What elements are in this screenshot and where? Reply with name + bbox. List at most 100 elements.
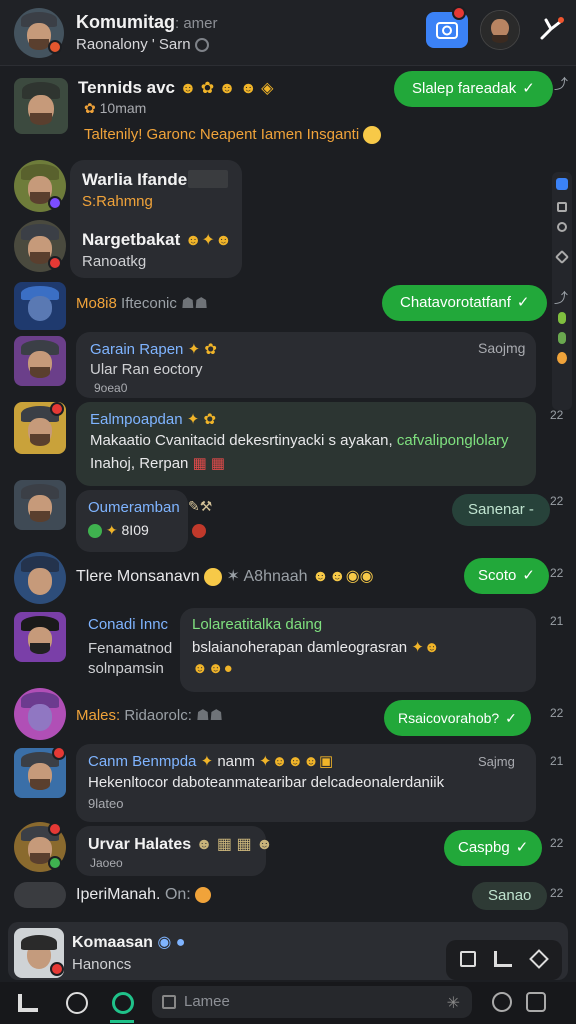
snowflake-icon[interactable]: ✳: [447, 993, 460, 1013]
emoji-icon: [195, 886, 212, 903]
message-link[interactable]: cafvaliponglolary: [397, 432, 509, 449]
status-dot: [50, 962, 64, 976]
avatar[interactable]: [14, 480, 66, 530]
check-icon: ✓: [522, 80, 535, 97]
status-dot: [48, 256, 62, 270]
avatar[interactable]: [14, 336, 66, 386]
message-text: Taltenily! Garonc Neapent Iamen Insganti: [84, 126, 360, 143]
search-field[interactable]: Lamee ✳: [152, 986, 472, 1018]
sender-sub: Ranoatkg: [82, 253, 147, 270]
sender-sub: S:Rahmng: [82, 193, 153, 210]
chat-header: Komumitag: amer Raonalony ' Sarn: [0, 0, 576, 66]
sender-name: Garain Rapen: [90, 341, 184, 358]
rail-camera-icon[interactable]: [556, 178, 568, 190]
share-icon[interactable]: ⤴: [554, 74, 568, 94]
reaction-icon[interactable]: [192, 524, 206, 538]
avatar[interactable]: [14, 688, 66, 740]
sender-name: Warlia Ifande: [82, 170, 188, 189]
sender-name: Oumeramban: [88, 499, 180, 516]
reply-bubble[interactable]: Sanenar -: [452, 494, 550, 526]
avatar-chip[interactable]: [14, 882, 66, 908]
message-text-2: Inahoj, Rerpan: [90, 455, 189, 472]
camera-button[interactable]: [426, 6, 468, 48]
globe-icon[interactable]: [66, 992, 88, 1014]
reply-bubble[interactable]: Slalep fareadak ✓: [394, 71, 553, 107]
check-icon: ✓: [522, 567, 535, 584]
search-icon: [162, 995, 176, 1009]
bottom-nav: Lamee ✳: [0, 982, 576, 1024]
emoji-row-icon: ☻ ▦ ▦ ☻: [195, 836, 273, 853]
avatar[interactable]: [14, 78, 68, 134]
sender-name: Conadi Innc: [88, 616, 169, 633]
emoji-row-icon: ◉ ●: [157, 934, 186, 951]
rail-drink-icon[interactable]: [558, 332, 566, 344]
search-placeholder: Lamee: [184, 993, 230, 1010]
stats-icon[interactable]: [18, 994, 38, 1012]
online-dot: [48, 856, 62, 870]
message-extra: A8hnaah: [243, 568, 308, 585]
sender-name: Males:: [76, 707, 121, 724]
tools-icon: ✎⚒: [188, 498, 213, 514]
rail-bottle-icon[interactable]: [558, 312, 566, 324]
message-text: Ular Ran eoctory: [90, 361, 203, 378]
status-dot: [48, 196, 62, 210]
people-icon: ☗☗: [196, 707, 223, 724]
message-extra: On:: [164, 886, 191, 903]
sender-sub: Fenamatnod: [88, 640, 173, 657]
message-text: Hekenltocor daboteanmatearibar delcadeon…: [88, 774, 445, 791]
profile-avatar[interactable]: [480, 10, 520, 50]
thumb-icon[interactable]: [494, 951, 512, 967]
composer-bar: Komaasan ◉ ● Hanoncs: [8, 922, 568, 980]
rail-circle-icon[interactable]: [557, 222, 567, 232]
avatar[interactable]: [14, 282, 66, 330]
rail-flame-icon[interactable]: [557, 352, 567, 364]
emoji-row-icon: ✦ ✿: [186, 411, 217, 428]
sticker-icon: [188, 170, 228, 188]
avatar[interactable]: [14, 552, 66, 604]
emoji-row-icon: ✦☻☻☻▣: [259, 753, 334, 770]
emoji-row-icon: ☻✦☻: [184, 232, 232, 249]
chat-title-suffix: : amer: [175, 15, 218, 32]
sender-name: Urvar Halates: [88, 836, 192, 853]
avatar[interactable]: [14, 612, 66, 662]
rail-pin-icon[interactable]: [554, 249, 570, 265]
people-icon: ☗☗: [181, 295, 208, 312]
check-icon: ✓: [516, 294, 530, 311]
message-sub: 8I09: [121, 522, 149, 538]
menu-icon[interactable]: [526, 992, 546, 1012]
reply-bubble[interactable]: Rsaicovorahob? ✓: [384, 700, 531, 736]
sender-name: Canm Benmpda: [88, 753, 197, 770]
sender-name: Ealmpoapdan: [90, 411, 183, 428]
status-dot: [52, 746, 66, 760]
quote-title: Lolareatitalka daing: [192, 616, 323, 633]
reply-bubble[interactable]: Chatavorotatfanf ✓: [382, 285, 548, 321]
composer-sub: Hanoncs: [72, 956, 132, 973]
share-icon[interactable]: ⤴: [554, 288, 568, 308]
star-icon: ✦: [200, 753, 214, 770]
status-dot: [50, 402, 64, 416]
green-emoji-icon: [88, 524, 102, 539]
rail-chat-icon[interactable]: [557, 202, 567, 212]
sender-name: Mo8i8: [76, 295, 117, 312]
message-time: Saojmg: [478, 340, 526, 356]
share-box-icon[interactable]: [460, 951, 476, 967]
quote-text: bslaianoherapan damleograsran: [192, 639, 408, 656]
smile-emoji-icon: [204, 567, 223, 586]
camera-badge: [452, 6, 466, 20]
sparkle-icon[interactable]: [536, 14, 566, 44]
star-icon: ✦: [105, 522, 118, 538]
emoji-row-icon: ✦☻: [411, 639, 440, 656]
reply-bubble[interactable]: Caspbg ✓: [444, 830, 543, 866]
message-text-2: 9lateo: [88, 796, 124, 811]
active-tab-icon[interactable]: [112, 992, 134, 1014]
diamond-icon[interactable]: [529, 949, 549, 969]
sender-name: Tlere Monsanavn: [76, 568, 200, 585]
settings-icon[interactable]: [492, 992, 512, 1012]
reply-bubble[interactable]: Sanao: [472, 882, 548, 910]
reply-bubble[interactable]: Scoto ✓: [464, 558, 549, 594]
chat-subtitle: Raonalony ' Sarn: [76, 36, 191, 53]
info-icon[interactable]: [195, 37, 210, 52]
message-text: Makaatio Cvanitacid dekesrtinyacki s aya…: [90, 432, 397, 449]
emoji-row-icon: ▦ ▦: [192, 455, 226, 472]
check-icon: ✓: [505, 710, 517, 726]
